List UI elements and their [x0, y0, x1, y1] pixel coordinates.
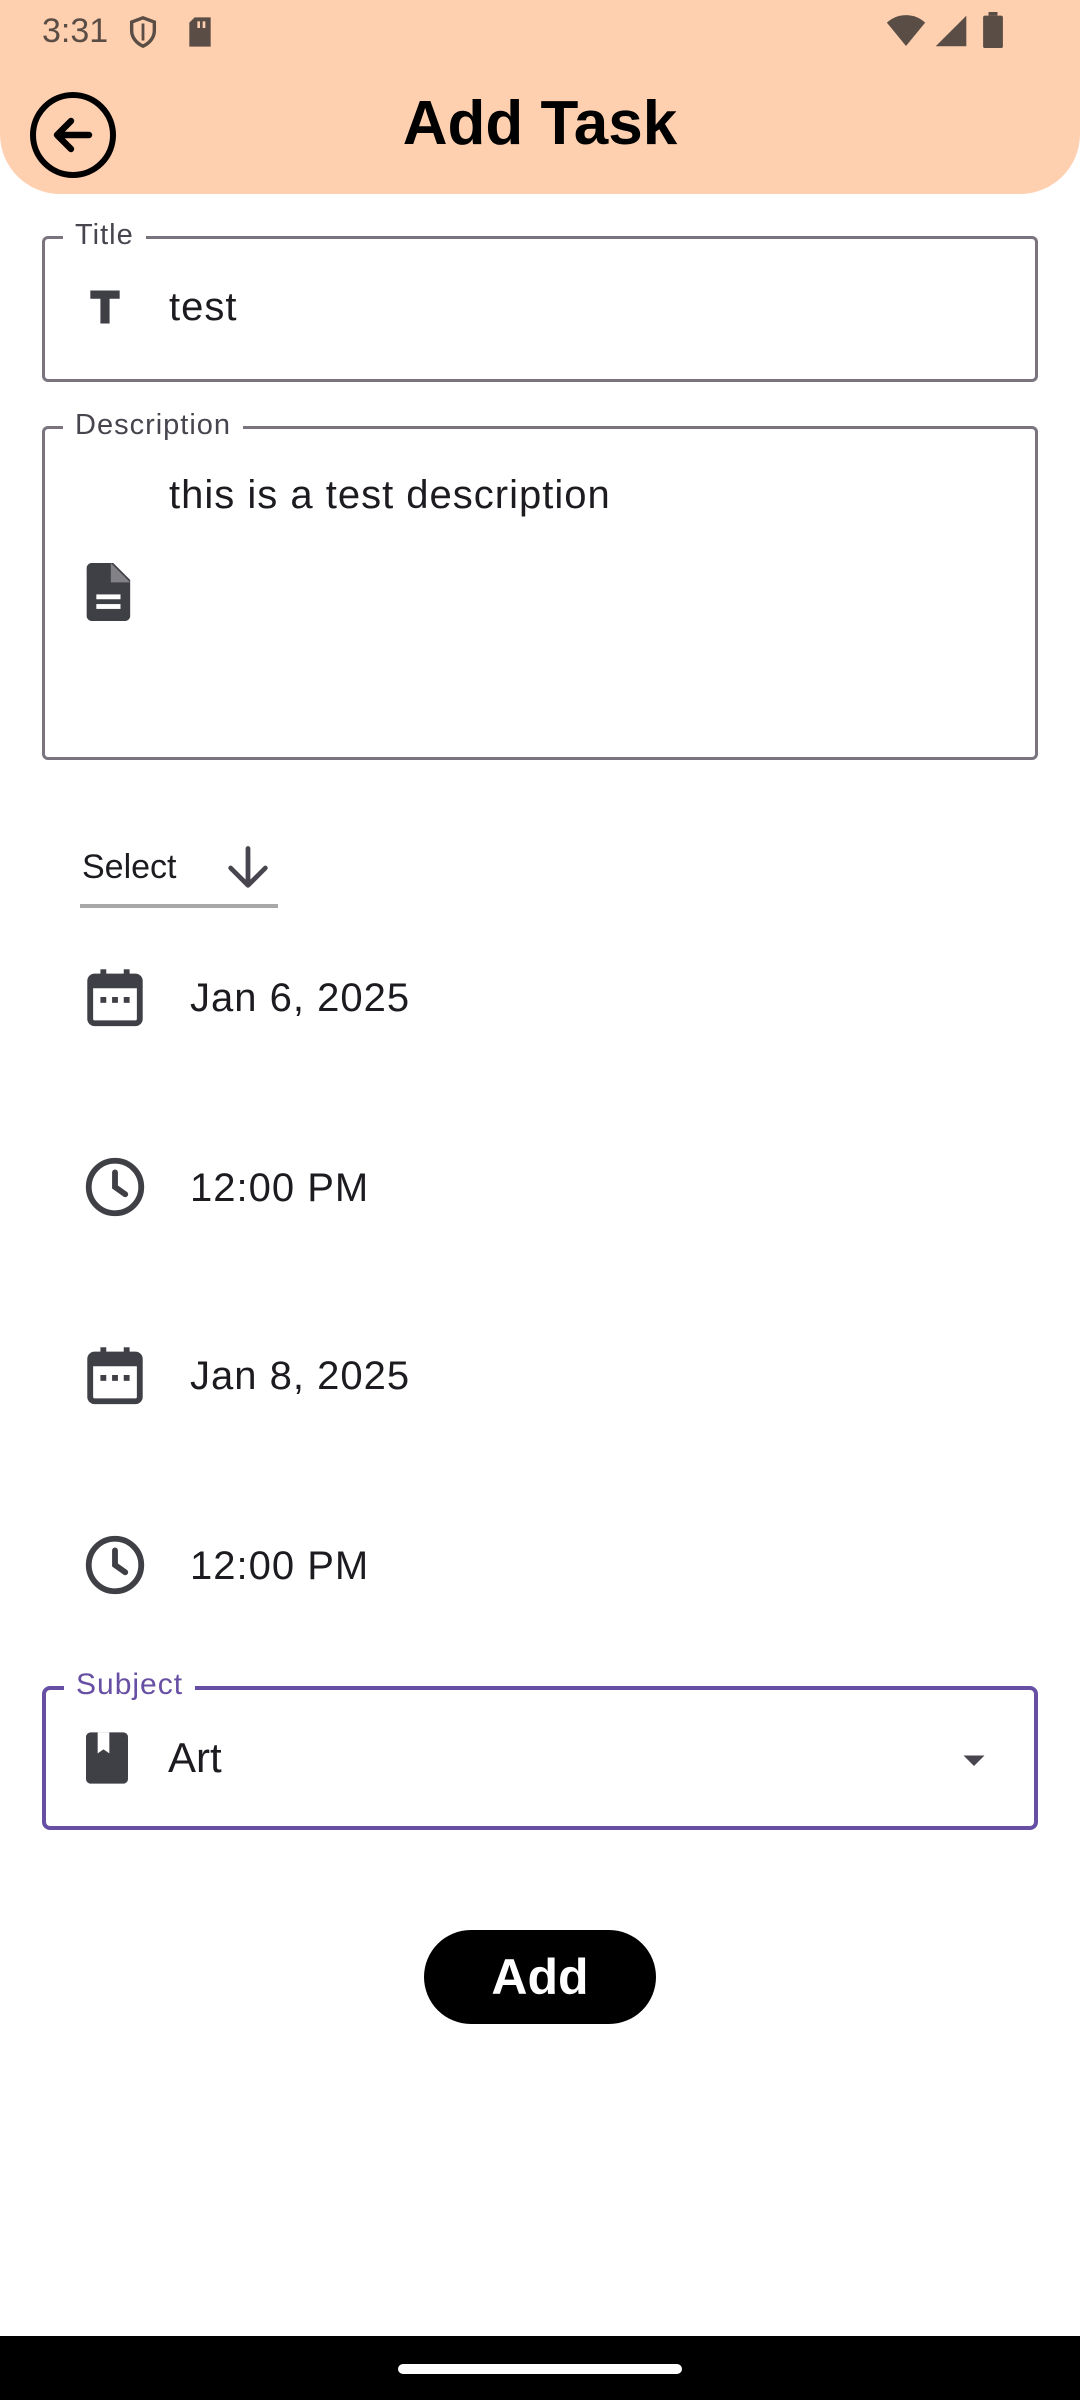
subject-value: Art [168, 1734, 222, 1781]
subject-dropdown[interactable]: Subject Art [42, 1668, 1038, 1830]
start-date-text: Jan 6, 2025 [190, 976, 411, 1020]
title-field-label: Title [63, 219, 146, 252]
calendar-icon [87, 1347, 143, 1405]
wifi-icon [886, 15, 926, 46]
clock-icon [85, 1157, 145, 1217]
battery-icon [983, 12, 1003, 48]
document-icon [86, 563, 131, 621]
signal-icon [935, 15, 967, 47]
select-label: Select [82, 848, 177, 886]
dropdown-arrow-icon [963, 1755, 985, 1766]
description-field-label: Description [63, 409, 244, 442]
text-format-icon [90, 290, 120, 324]
end-time-text: 12:00 PM [190, 1544, 370, 1588]
system-nav-bar [0, 2336, 1080, 2400]
end-date-picker[interactable]: Jan 8, 2025 [80, 1340, 980, 1420]
end-date-text: Jan 8, 2025 [190, 1354, 411, 1398]
book-icon [86, 1732, 128, 1784]
shield-icon [129, 16, 157, 49]
start-time-text: 12:00 PM [190, 1166, 370, 1210]
select-dropdown[interactable]: Select [80, 838, 278, 908]
add-button[interactable]: Add [424, 1930, 656, 2024]
calendar-icon [87, 969, 143, 1027]
home-handle[interactable] [398, 2364, 682, 2374]
status-bar: 3:31 [0, 0, 1080, 62]
title-input[interactable]: test [169, 285, 237, 330]
description-field[interactable]: Description this is a test description [42, 409, 1038, 760]
status-time: 3:31 [42, 12, 109, 50]
app-header: 3:31 Add Task [0, 0, 1080, 194]
title-field[interactable]: Title test [42, 219, 1038, 382]
sd-card-icon [189, 17, 211, 47]
start-date-picker[interactable]: Jan 6, 2025 [80, 962, 980, 1042]
clock-icon [85, 1535, 145, 1595]
page-title: Add Task [402, 89, 678, 158]
subject-field-label: Subject [64, 1668, 196, 1702]
end-time-picker[interactable]: 12:00 PM [80, 1530, 980, 1610]
start-time-picker[interactable]: 12:00 PM [80, 1152, 980, 1232]
description-input[interactable]: this is a test description [169, 473, 611, 518]
arrow-down-icon [228, 846, 268, 888]
